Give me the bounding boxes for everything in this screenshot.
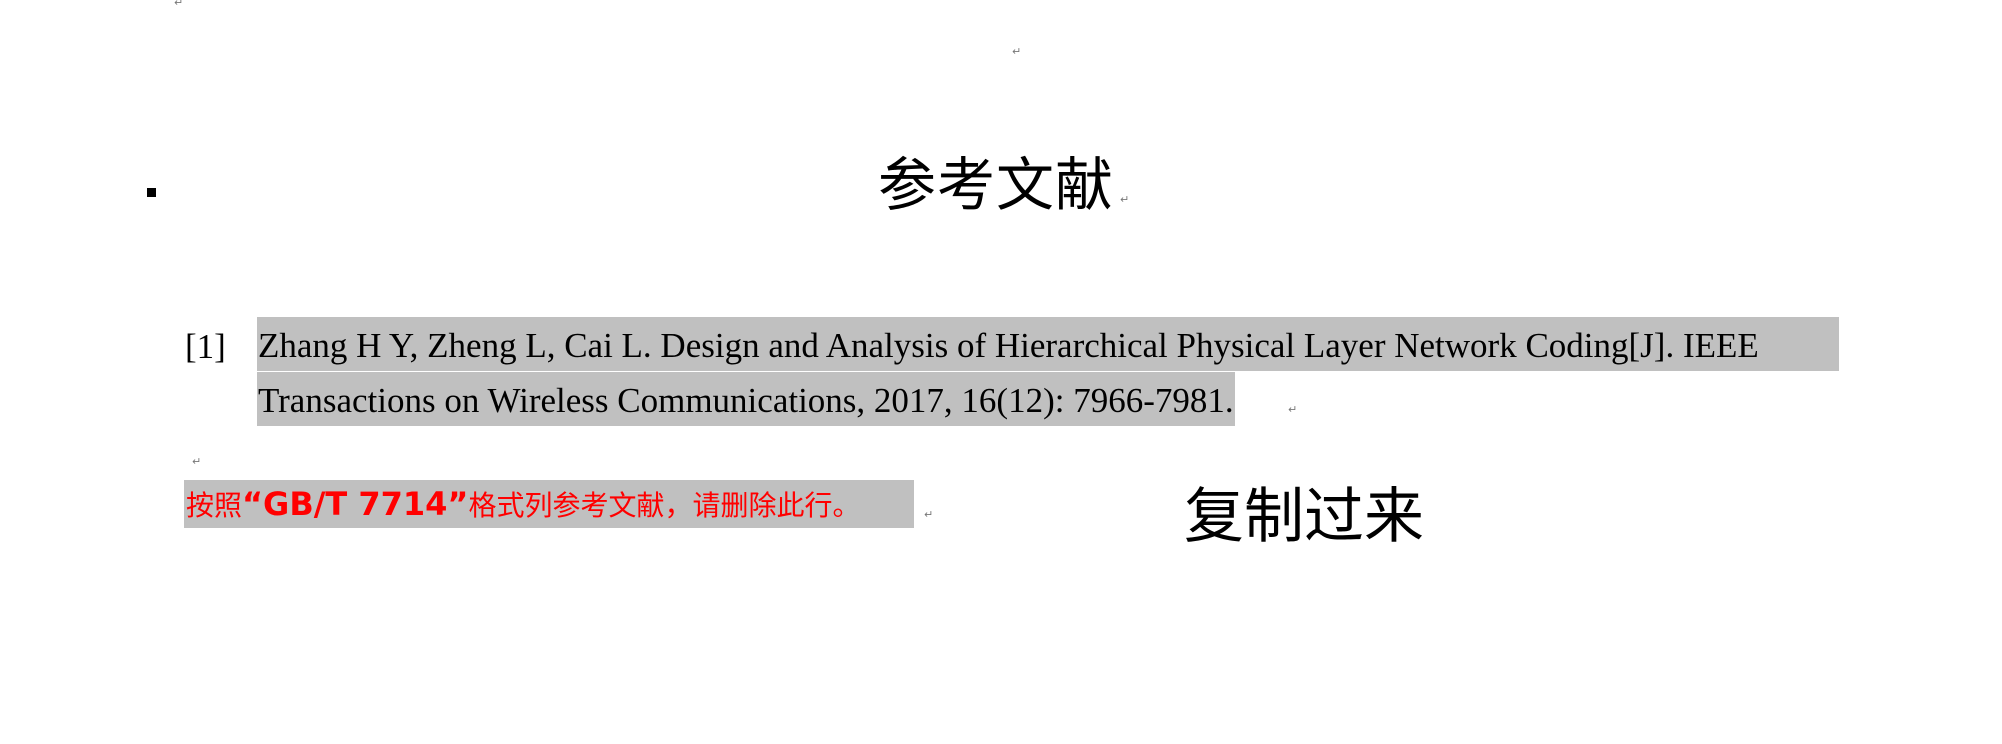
page-title[interactable]: 参考文献 ↵ — [878, 151, 1129, 219]
paragraph-mark: ↵ — [1012, 45, 1022, 58]
paragraph-mark: ↵ — [924, 508, 934, 521]
reference-number: [1] — [185, 327, 226, 366]
paragraph-mark: ↵ — [192, 455, 202, 468]
note-prefix: 按照 — [186, 489, 243, 522]
format-instruction-note[interactable]: 按照“GB/T 7714”格式列参考文献，请删除此行。 — [184, 480, 914, 528]
note-suffix: 格式列参考文献，请删除此行。 — [468, 489, 861, 522]
note-standard-code: “GB/T 7714” — [242, 485, 469, 523]
paragraph-mark: ↵ — [1288, 403, 1298, 416]
paragraph-mark: ↵ — [1120, 193, 1131, 206]
reference-line-1[interactable]: Zhang H Y, Zheng L, Cai L. Design and An… — [257, 317, 1839, 371]
paragraph-mark: ↵ — [174, 0, 184, 9]
heading-bullet-marker — [147, 188, 156, 197]
reference-line-2[interactable]: Transactions on Wireless Communications,… — [257, 372, 1235, 426]
title-text: 参考文献 — [878, 151, 1115, 219]
copied-over-annotation: 复制过来 — [1184, 482, 1424, 552]
reference-line-2-text: Transactions on Wireless Communications,… — [258, 381, 1234, 420]
